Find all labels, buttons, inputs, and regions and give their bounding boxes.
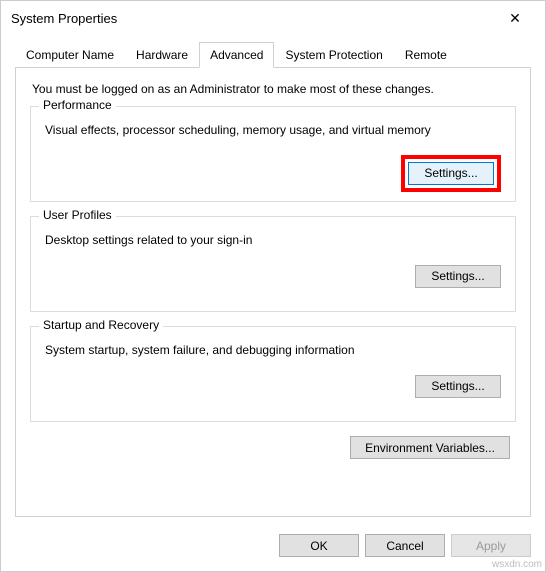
- tab-computer-name[interactable]: Computer Name: [15, 42, 125, 68]
- titlebar: System Properties ✕: [1, 1, 545, 35]
- performance-settings-button[interactable]: Settings...: [408, 162, 494, 185]
- system-properties-window: System Properties ✕ Computer Name Hardwa…: [0, 0, 546, 572]
- group-startup-btn-row: Settings...: [41, 375, 505, 398]
- group-performance-btn-row: Settings...: [41, 155, 505, 192]
- group-startup-legend: Startup and Recovery: [39, 318, 163, 332]
- user-profiles-settings-button[interactable]: Settings...: [415, 265, 501, 288]
- tab-panel-advanced: You must be logged on as an Administrato…: [15, 67, 531, 517]
- tabs-row: Computer Name Hardware Advanced System P…: [1, 35, 545, 67]
- group-user-profiles-legend: User Profiles: [39, 208, 116, 222]
- group-user-profiles: User Profiles Desktop settings related t…: [30, 216, 516, 312]
- env-vars-row: Environment Variables...: [28, 436, 510, 459]
- group-performance-legend: Performance: [39, 98, 116, 112]
- performance-settings-highlight: Settings...: [401, 155, 501, 192]
- close-button[interactable]: ✕: [495, 4, 535, 32]
- apply-button[interactable]: Apply: [451, 534, 531, 557]
- group-performance-desc: Visual effects, processor scheduling, me…: [45, 123, 505, 139]
- environment-variables-button[interactable]: Environment Variables...: [350, 436, 510, 459]
- admin-note: You must be logged on as an Administrato…: [32, 82, 518, 96]
- tab-hardware[interactable]: Hardware: [125, 42, 199, 68]
- group-startup-recovery: Startup and Recovery System startup, sys…: [30, 326, 516, 422]
- dialog-footer: OK Cancel Apply: [1, 524, 545, 567]
- group-user-profiles-desc: Desktop settings related to your sign-in: [45, 233, 505, 249]
- tab-advanced[interactable]: Advanced: [199, 42, 274, 68]
- startup-settings-button[interactable]: Settings...: [415, 375, 501, 398]
- close-icon: ✕: [509, 10, 521, 27]
- window-title: System Properties: [11, 11, 117, 26]
- cancel-button[interactable]: Cancel: [365, 534, 445, 557]
- ok-button[interactable]: OK: [279, 534, 359, 557]
- group-user-profiles-btn-row: Settings...: [41, 265, 505, 288]
- tab-system-protection[interactable]: System Protection: [274, 42, 393, 68]
- group-performance: Performance Visual effects, processor sc…: [30, 106, 516, 202]
- group-startup-desc: System startup, system failure, and debu…: [45, 343, 505, 359]
- tab-remote[interactable]: Remote: [394, 42, 458, 68]
